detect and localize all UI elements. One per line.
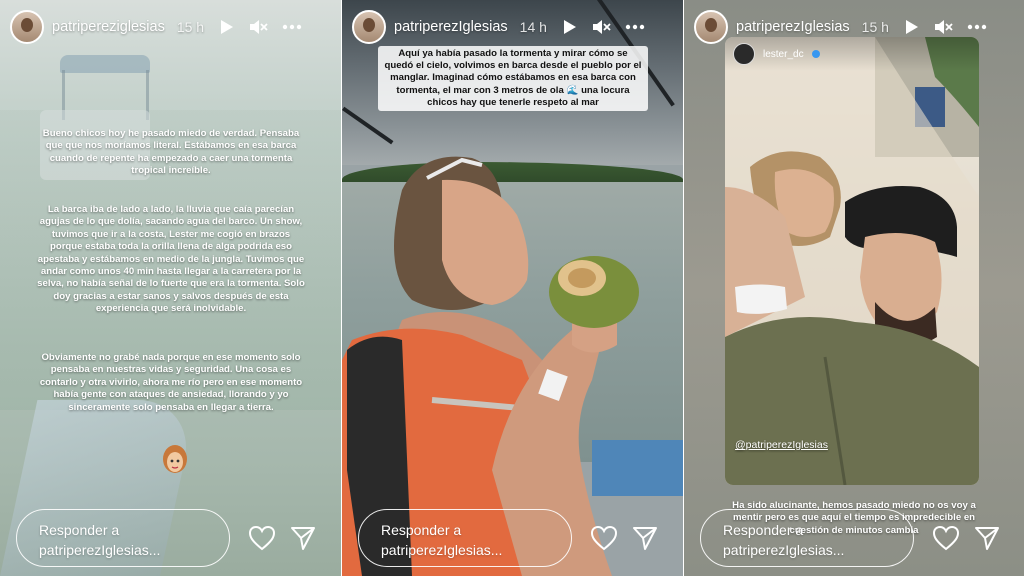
reply-placeholder-line2: patriperezIglesias... bbox=[381, 542, 503, 558]
story-panel-2[interactable]: Aquí ya había pasado la tormenta y mirar… bbox=[342, 0, 683, 576]
reply-placeholder-line1: Responder a bbox=[381, 522, 462, 538]
reply-placeholder-line2: patriperezIglesias... bbox=[723, 542, 845, 558]
boat-canopy-image bbox=[60, 55, 150, 73]
heart-icon[interactable] bbox=[590, 525, 618, 551]
reply-input[interactable]: Responder a patriperezIglesias... bbox=[700, 509, 914, 567]
story-footer: Responder a patriperezIglesias... bbox=[16, 508, 326, 568]
story-header: patripereziglesias 15 h bbox=[0, 0, 341, 54]
story-panel-1[interactable]: Bueno chicos hoy he pasado miedo de verd… bbox=[0, 0, 341, 576]
more-options-icon[interactable] bbox=[967, 24, 987, 30]
story-header: patriperezIglesias 15 h bbox=[684, 0, 1024, 54]
play-icon[interactable] bbox=[563, 19, 577, 35]
play-icon[interactable] bbox=[905, 19, 919, 35]
reply-input[interactable]: Responder a patriperezIglesias... bbox=[16, 509, 230, 567]
avatar[interactable] bbox=[694, 10, 728, 44]
face-emoji-icon bbox=[163, 445, 187, 473]
play-icon[interactable] bbox=[220, 19, 234, 35]
story-footer: Responder a patriperezIglesias... bbox=[358, 508, 668, 568]
couple-beach-selfie-image bbox=[725, 37, 979, 485]
story-timestamp: 15 h bbox=[861, 19, 889, 35]
story-username[interactable]: patripereziglesias bbox=[52, 19, 165, 35]
more-options-icon[interactable] bbox=[625, 24, 645, 30]
story-username[interactable]: patriperezIglesias bbox=[736, 19, 850, 35]
avatar[interactable] bbox=[352, 10, 386, 44]
reply-placeholder-line2: patriperezIglesias... bbox=[39, 542, 161, 558]
story-panel-3[interactable]: lester_dc @patriperezIglesias Ha sido al… bbox=[684, 0, 1024, 576]
story-timestamp: 15 h bbox=[176, 19, 205, 35]
story-text-paragraph: Bueno chicos hoy he pasado miedo de verd… bbox=[42, 128, 300, 177]
story-timestamp: 14 h bbox=[519, 19, 547, 35]
story-text-paragraph: Obviamente no grabé nada porque en ese m… bbox=[39, 352, 303, 413]
reshared-story-card[interactable]: lester_dc @patriperezIglesias bbox=[725, 37, 979, 485]
story-caption: Aquí ya había pasado la tormenta y mirar… bbox=[378, 46, 648, 112]
send-icon[interactable] bbox=[290, 525, 316, 551]
reply-input[interactable]: Responder a patriperezIglesias... bbox=[358, 509, 572, 567]
mute-icon[interactable] bbox=[933, 18, 953, 36]
story-footer: Responder a patriperezIglesias... bbox=[700, 508, 1010, 568]
heart-icon[interactable] bbox=[932, 525, 960, 551]
send-icon[interactable] bbox=[974, 525, 1000, 551]
mention-tag[interactable]: @patriperezIglesias bbox=[735, 439, 828, 451]
story-username[interactable]: patriperezIglesias bbox=[394, 19, 508, 35]
story-text-paragraph: La barca iba de lado a lado, la lluvia q… bbox=[37, 204, 305, 315]
mute-icon[interactable] bbox=[591, 18, 611, 36]
heart-icon[interactable] bbox=[248, 525, 276, 551]
mute-icon[interactable] bbox=[248, 18, 268, 36]
story-header: patriperezIglesias 14 h bbox=[342, 0, 683, 54]
reply-placeholder-line1: Responder a bbox=[723, 522, 804, 538]
reply-placeholder-line1: Responder a bbox=[39, 522, 120, 538]
avatar[interactable] bbox=[10, 10, 44, 44]
send-icon[interactable] bbox=[632, 525, 658, 551]
more-options-icon[interactable] bbox=[282, 24, 302, 30]
